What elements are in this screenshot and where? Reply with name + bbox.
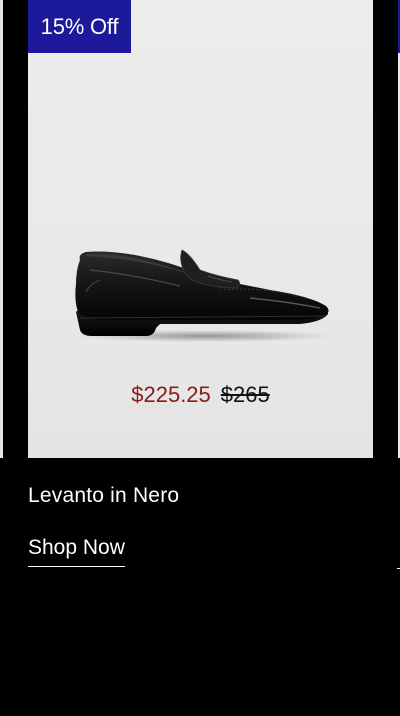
shop-now-link[interactable]: Shop Now: [28, 534, 125, 567]
product-card: 15% Off $225.25 $265 Levanto in Nero Sho…: [28, 0, 373, 716]
original-price: $265: [220, 382, 270, 407]
loafer-shoe-icon: [75, 249, 332, 342]
sale-price: $225.25: [131, 382, 211, 407]
discount-badge: 15% Off: [28, 0, 131, 53]
product-carousel: 15% Off $225.25 $265 Levanto in Nero Sho…: [0, 0, 400, 716]
price-row: $225.25 $265: [28, 380, 373, 410]
product-name[interactable]: Levanto in Nero: [28, 482, 179, 510]
product-image-area[interactable]: 15% Off $225.25 $265: [28, 0, 373, 458]
previous-card-edge[interactable]: [0, 0, 3, 458]
